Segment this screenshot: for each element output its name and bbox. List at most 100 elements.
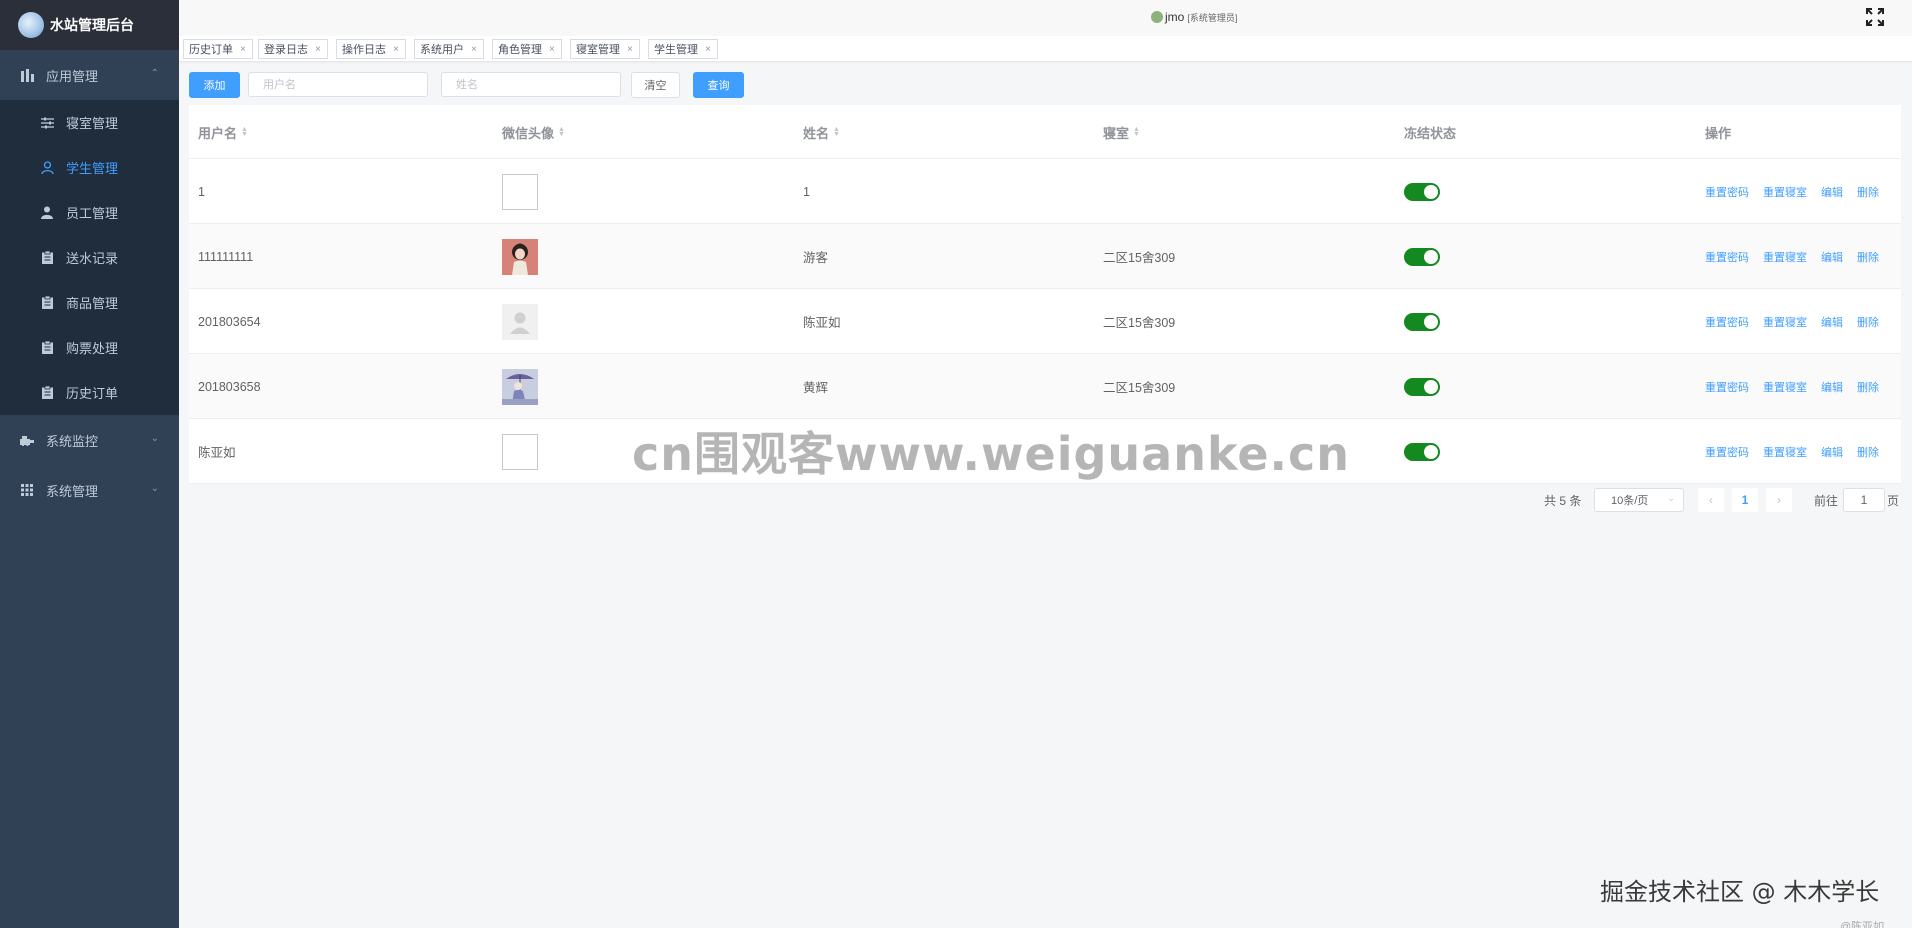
tag-label: 寝室管理 [576,44,620,56]
column-header-name[interactable]: 姓名 ▲ ▼ [803,105,840,159]
brand[interactable]: 水站管理后台 [0,0,179,50]
reset-dorm-button[interactable]: 重置寝室 [1763,314,1807,330]
avatar [502,433,538,470]
menu-group-monitor[interactable]: 系统监控 ⌄ [0,415,179,465]
cell-username: 201803654 [198,314,261,329]
cell-username: 201803658 [198,379,261,394]
username-search-input[interactable] [248,72,428,97]
sidebar-item-label: 员工管理 [66,206,119,221]
delete-button[interactable]: 删除 [1857,184,1879,200]
edit-button[interactable]: 编辑 [1821,249,1843,265]
clear-button[interactable]: 清空 [631,72,680,98]
delete-button[interactable]: 删除 [1857,444,1879,460]
tag-student-management[interactable]: 学生管理 × [648,39,718,59]
close-icon[interactable]: × [315,44,321,55]
delete-button[interactable]: 删除 [1857,314,1879,330]
next-page-button[interactable]: › [1766,488,1792,512]
clipboard-icon [40,341,54,355]
app-title: 水站管理后台 [50,17,134,33]
tag-dorm-management[interactable]: 寝室管理 × [570,39,640,59]
page-size-select[interactable]: 10条/页 ⌄ [1594,488,1684,512]
add-button[interactable]: 添加 [189,72,240,98]
tag-operation-log[interactable]: 操作日志 × [336,39,406,59]
column-header-dorm[interactable]: 寝室 ▲ ▼ [1103,105,1140,159]
sidebar-item-students[interactable]: 学生管理 [0,145,179,190]
close-icon[interactable]: × [471,44,477,55]
page-number-current[interactable]: 1 [1732,488,1758,512]
table-row: 1 1 重置密码 重置寝室 编辑 删除 [189,159,1901,224]
close-icon[interactable]: × [393,44,399,55]
reset-dorm-button[interactable]: 重置寝室 [1763,379,1807,395]
goto-label: 前往 [1814,493,1839,508]
sort-icon[interactable]: ▲ ▼ [241,126,248,138]
goto-page-input[interactable] [1843,488,1885,512]
frozen-toggle[interactable] [1404,312,1440,331]
delete-button[interactable]: 删除 [1857,379,1879,395]
fullscreen-icon[interactable] [1866,8,1884,26]
chart-icon [20,68,34,82]
sidebar-item-staff[interactable]: 员工管理 [0,190,179,235]
user-menu[interactable]: jmo [系统管理员] [1151,10,1237,24]
reset-password-button[interactable]: 重置密码 [1705,249,1749,265]
search-button[interactable]: 查询 [693,72,744,98]
chevron-up-icon: ⌃ [150,68,159,79]
sort-icon[interactable]: ▲ ▼ [558,126,565,138]
edit-button[interactable]: 编辑 [1821,444,1843,460]
frozen-toggle[interactable] [1404,377,1440,396]
cell-username: 陈亚如 [198,446,236,460]
edit-button[interactable]: 编辑 [1821,184,1843,200]
sidebar-item-delivery[interactable]: 送水记录 [0,235,179,280]
reset-dorm-button[interactable]: 重置寝室 [1763,249,1807,265]
cell-actions: 重置密码 重置寝室 编辑 删除 [1705,289,1893,354]
reset-password-button[interactable]: 重置密码 [1705,444,1749,460]
watermark-corner: @陈亚如 [1840,921,1885,928]
column-header-username[interactable]: 用户名 ▲ ▼ [198,105,248,159]
menu-group-system[interactable]: 系统管理 ⌄ [0,465,179,515]
prev-page-button[interactable]: ‹ [1698,488,1724,512]
sidebar-item-orders[interactable]: 历史订单 [0,370,179,415]
menu-group-app[interactable]: 应用管理 ⌃ [0,50,179,100]
close-icon[interactable]: × [627,44,633,55]
tag-system-users[interactable]: 系统用户 × [414,39,484,59]
frozen-toggle[interactable] [1404,442,1440,461]
delete-button[interactable]: 删除 [1857,249,1879,265]
tag-history-orders[interactable]: 历史订单 × [183,39,253,59]
tag-label: 角色管理 [498,44,542,56]
tag-role-management[interactable]: 角色管理 × [492,39,562,59]
close-icon[interactable]: × [240,44,246,55]
tag-login-log[interactable]: 登录日志 × [258,39,328,59]
reset-password-button[interactable]: 重置密码 [1705,184,1749,200]
sort-icon[interactable]: ▲ ▼ [1133,126,1140,138]
reset-dorm-button[interactable]: 重置寝室 [1763,444,1807,460]
close-icon[interactable]: × [705,44,711,55]
reset-password-button[interactable]: 重置密码 [1705,379,1749,395]
cell-avatar [502,354,538,419]
user-role: [系统管理员] [1187,12,1238,23]
edit-button[interactable]: 编辑 [1821,314,1843,330]
column-header-avatar[interactable]: 微信头像 ▲ ▼ [502,105,565,159]
sidebar-item-goods[interactable]: 商品管理 [0,280,179,325]
sidebar-item-tickets[interactable]: 购票处理 [0,325,179,370]
sort-icon[interactable]: ▲ ▼ [833,126,840,138]
reset-dorm-button[interactable]: 重置寝室 [1763,184,1807,200]
column-label: 微信头像 [502,125,555,141]
table-header: 用户名 ▲ ▼ 微信头像 ▲ ▼ 姓名 ▲ ▼ 寝室 ▲ ▼ 冻结状态 操作 [189,105,1901,159]
edit-button[interactable]: 编辑 [1821,379,1843,395]
name-search-input[interactable] [441,72,621,97]
cell-dorm: 二区15舍309 [1103,381,1176,395]
frozen-toggle[interactable] [1404,247,1440,266]
clipboard-icon [40,386,54,400]
sidebar-item-dorm[interactable]: 寝室管理 [0,100,179,145]
reset-password-button[interactable]: 重置密码 [1705,314,1749,330]
cell-name: 游客 [803,251,829,265]
logo [18,12,44,38]
watermark: cn围观客www.weiguanke.cn [632,427,1351,481]
frozen-toggle[interactable] [1404,182,1440,201]
username: jmo [1165,10,1185,24]
clipboard-icon [40,251,54,265]
close-icon[interactable]: × [549,44,555,55]
cell-actions: 重置密码 重置寝室 编辑 删除 [1705,419,1893,484]
menu-group-label: 应用管理 [46,68,99,84]
page-suffix: 页 [1887,493,1900,508]
cell-actions: 重置密码 重置寝室 编辑 删除 [1705,354,1893,419]
